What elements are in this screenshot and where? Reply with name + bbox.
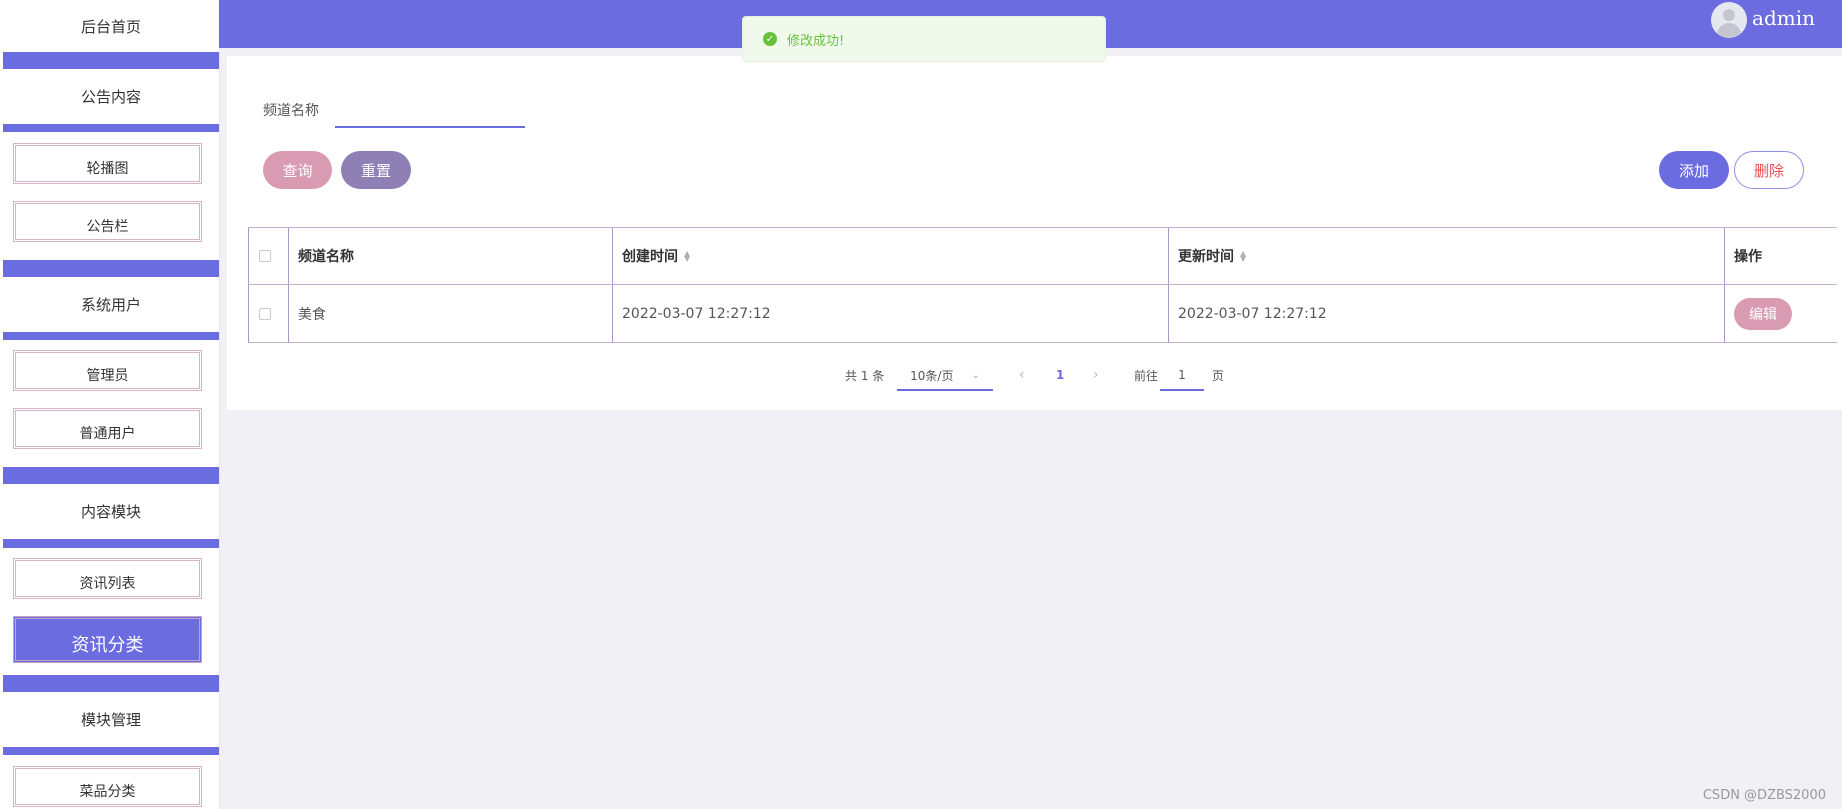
sidebar-band <box>3 675 219 692</box>
column-divider <box>288 285 289 342</box>
column-divider <box>288 228 289 284</box>
select-all-checkbox[interactable] <box>259 250 271 262</box>
column-header-updated[interactable]: 更新时间 ▲ ▼ <box>1178 228 1678 284</box>
avatar-body <box>1717 23 1741 38</box>
goto-page-input[interactable]: 1 <box>1160 361 1204 391</box>
column-header-name: 频道名称 <box>298 249 354 265</box>
prev-page-icon[interactable]: ‹ <box>1019 361 1025 389</box>
row-checkbox[interactable] <box>259 307 271 320</box>
channel-name-input[interactable] <box>335 90 525 128</box>
reset-button[interactable]: 重置 <box>341 151 411 189</box>
sidebar-item-carousel[interactable]: 轮播图 <box>13 143 202 184</box>
sidebar-item-bulletin[interactable]: 公告栏 <box>13 201 202 242</box>
sidebar-title-dashboard[interactable]: 后台首页 <box>3 0 219 52</box>
column-divider <box>248 228 249 284</box>
sidebar-band <box>3 539 219 548</box>
sidebar-band <box>3 52 219 69</box>
table-row: 美食 2022-03-07 12:27:12 2022-03-07 12:27:… <box>248 285 1837 343</box>
page-size-value: 10条/页 <box>910 368 954 383</box>
sidebar-item-users[interactable]: 普通用户 <box>13 408 202 449</box>
success-toast: ✓ 修改成功! <box>742 16 1106 62</box>
column-divider <box>1168 228 1169 284</box>
column-header-actions: 操作 <box>1734 249 1762 265</box>
add-button[interactable]: 添加 <box>1659 151 1729 189</box>
sidebar-title-system-users[interactable]: 系统用户 <box>3 277 219 332</box>
user-avatar-icon[interactable] <box>1711 2 1747 38</box>
current-page[interactable]: 1 <box>1056 361 1064 389</box>
avatar-head <box>1723 9 1735 21</box>
column-divider <box>248 285 249 342</box>
sidebar-title-content[interactable]: 内容模块 <box>3 484 219 539</box>
sidebar-band <box>3 124 219 132</box>
sidebar-item-dish-category[interactable]: 菜品分类 <box>13 766 202 807</box>
sidebar-band <box>3 332 219 340</box>
sidebar-item-admins[interactable]: 管理员 <box>13 350 202 391</box>
row-select-cell <box>259 285 279 342</box>
page-size-select[interactable]: 10条/页 ⌄ <box>897 361 993 391</box>
column-divider <box>1168 285 1169 342</box>
column-divider <box>1724 285 1725 342</box>
cell-created-time: 2022-03-07 12:27:12 <box>622 305 771 322</box>
column-divider <box>1724 228 1725 284</box>
sidebar-item-news-list[interactable]: 资讯列表 <box>13 558 202 599</box>
column-divider <box>612 228 613 284</box>
goto-label: 前往 <box>1134 368 1159 383</box>
page-unit: 页 <box>1212 368 1225 383</box>
edit-button[interactable]: 编辑 <box>1734 297 1792 330</box>
chevron-down-icon: ⌄ <box>971 369 980 381</box>
sidebar-band <box>3 260 219 277</box>
cell-actions: 编辑 <box>1734 285 1814 342</box>
column-header-updated-label: 更新时间 <box>1178 249 1234 265</box>
sidebar: 后台首页 公告内容 轮播图 公告栏 系统用户 管理员 普通用户 内容模块 资讯列… <box>0 0 220 809</box>
sidebar-item-news-category[interactable]: 资讯分类 <box>13 616 202 663</box>
cell-channel-name: 美食 <box>298 306 326 323</box>
cell-updated-time: 2022-03-07 12:27:12 <box>1178 305 1327 322</box>
main-panel: 频道名称 查询 重置 添加 删除 频道名称 创建时间 ▲ ▼ 更新时间 ▲ ▼ 操作 <box>227 56 1842 410</box>
pagination: 共 1 条 10条/页 ⌄ ‹ 1 › 前往 1 页 <box>227 361 1842 391</box>
watermark: CSDN @DZBS2000 <box>1702 788 1826 803</box>
column-divider <box>612 285 613 342</box>
sidebar-band <box>3 467 219 484</box>
column-header-created-label: 创建时间 <box>622 249 678 265</box>
table-header-row: 频道名称 创建时间 ▲ ▼ 更新时间 ▲ ▼ 操作 <box>248 227 1837 285</box>
search-label: 频道名称 <box>263 103 319 119</box>
select-all-cell <box>259 228 279 284</box>
goto-page-value: 1 <box>1178 368 1186 382</box>
toast-message: 修改成功! <box>787 33 845 49</box>
sort-icon[interactable]: ▲ ▼ <box>684 250 690 263</box>
query-button[interactable]: 查询 <box>263 151 332 189</box>
sort-icon[interactable]: ▲ ▼ <box>1240 250 1246 263</box>
sidebar-band <box>3 747 219 755</box>
delete-button[interactable]: 删除 <box>1734 151 1804 189</box>
sidebar-title-modules[interactable]: 模块管理 <box>3 692 219 747</box>
username[interactable]: admin <box>1752 6 1815 30</box>
total-count: 共 1 条 <box>845 368 885 383</box>
column-header-created[interactable]: 创建时间 ▲ ▼ <box>622 228 1122 284</box>
check-circle-icon: ✓ <box>763 32 777 46</box>
sidebar-title-notice[interactable]: 公告内容 <box>3 69 219 124</box>
next-page-icon[interactable]: › <box>1093 361 1099 389</box>
